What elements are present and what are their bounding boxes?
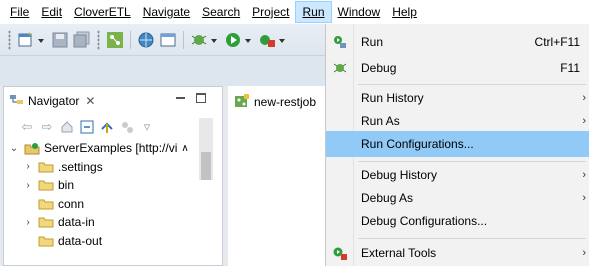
menu-run[interactable]: Run [295,1,332,23]
folder-icon [38,161,54,173]
save-all-icon[interactable] [73,31,91,49]
menu-file[interactable]: File [4,1,35,23]
project-icon [24,142,40,155]
external-tools-dropdown-icon[interactable] [278,31,286,49]
tree-item-serverexamples[interactable]: ⌄ ServerExamples [http://vi ∧ [4,139,222,158]
menu-help[interactable]: Help [386,1,423,23]
menu-item-label: Run As [361,114,400,128]
menu-item-label: Run Configurations... [361,137,474,151]
minimize-icon[interactable] [176,93,186,103]
menu-item-label: Debug Configurations... [361,214,488,228]
navigator-toolbar: ⇦ ⇨ ▿ [4,115,222,139]
menu-item-label: Debug As [361,191,414,205]
menu-item-label: Run [361,35,384,49]
folder-icon [38,216,54,228]
folder-icon [38,235,54,247]
close-icon[interactable]: ✕ [85,94,95,108]
tree-item-conn[interactable]: conn [4,195,222,214]
toolbar-separator [183,30,184,49]
filter-icon[interactable] [120,120,134,134]
menu-search[interactable]: Search [196,1,246,23]
tree-item-label: ServerExamples [http://vi [44,141,178,156]
collapsed-chevron-icon[interactable]: › [22,161,34,172]
folder-icon [38,179,54,191]
run-menu-dropdown: Run Ctrl+F11 Debug F11 Run History › Run… [325,24,589,266]
globe-icon[interactable] [137,31,155,49]
scrollbar-thumb[interactable] [201,152,211,180]
menu-item-label: Debug History [361,168,438,182]
tree-item-data-out[interactable]: data-out [4,232,222,251]
tree-item-bin[interactable]: › bin [4,176,222,195]
run-icon [332,34,348,50]
run-dropdown-icon[interactable] [244,31,252,49]
tree-item-settings[interactable]: › .settings [4,158,222,177]
navigator-view: Navigator ✕ ⇦ ⇨ ▿ ⌄ ServerExamples [http… [3,86,223,266]
menu-item-external-tools[interactable]: External Tools › [326,240,589,266]
tree-item-label: data-out [58,233,103,248]
scroll-up-icon[interactable]: ∧ [181,143,188,154]
link-with-editor-icon[interactable] [100,120,114,134]
submenu-arrow-icon: › [582,192,586,204]
menu-navigate[interactable]: Navigate [137,1,196,23]
toolbar-grip[interactable] [97,29,100,50]
back-icon[interactable]: ⇦ [20,120,34,134]
menu-separator [358,238,586,239]
tree-item-label: data-in [58,215,95,230]
navigator-header: Navigator ✕ [4,87,222,115]
collapse-all-icon[interactable] [80,120,94,134]
collapsed-chevron-icon[interactable]: › [22,180,34,191]
editor-tab-label: new-restjob [254,95,317,109]
navigator-title[interactable]: Navigator [28,94,79,108]
menu-item-label: Debug [361,61,397,75]
debug-icon [332,60,348,76]
folder-icon [38,198,54,210]
menu-bar: File Edit CloverETL Navigate Search Proj… [0,0,589,24]
window-icon[interactable] [159,31,177,49]
editor-area[interactable] [228,118,328,266]
collapsed-chevron-icon[interactable]: › [22,217,34,228]
navigator-icon [10,94,24,109]
menu-item-label: Run History [361,91,424,105]
external-tools-icon [332,245,348,261]
debug-dropdown-icon[interactable] [210,31,218,49]
menu-item-accelerator: Ctrl+F11 [534,35,580,49]
graph-icon[interactable] [106,31,124,49]
debug-toolbar-icon[interactable] [190,31,208,49]
new-dropdown-icon[interactable] [37,31,45,49]
navigator-scrollbar[interactable] [199,118,213,180]
home-icon[interactable] [60,120,74,134]
tree-item-data-in[interactable]: › data-in [4,213,222,232]
menu-item-run[interactable]: Run Ctrl+F11 [326,29,589,55]
toolbar-grip[interactable] [8,29,11,50]
submenu-arrow-icon: › [582,115,586,127]
menu-project[interactable]: Project [246,1,295,23]
expanded-chevron-icon[interactable]: ⌄ [8,143,20,154]
menu-window[interactable]: Window [332,1,387,23]
external-tools-toolbar-icon[interactable] [258,31,276,49]
menu-item-debug[interactable]: Debug F11 [326,55,589,81]
submenu-arrow-icon: › [582,169,586,181]
toolbar-separator [130,30,131,49]
tree-item-label: conn [58,196,85,211]
tree-item-label: .settings [58,159,103,174]
navigator-tree: ⌄ ServerExamples [http://vi ∧ › .setting… [4,139,222,250]
menu-item-label: External Tools [361,246,437,260]
menu-item-accelerator: F11 [560,61,580,75]
editor-tab[interactable]: new-restjob [228,86,328,118]
forward-icon[interactable]: ⇨ [40,120,54,134]
maximize-icon[interactable] [196,93,206,103]
new-icon[interactable] [17,31,35,49]
menu-item-run-configurations[interactable]: Run Configurations... [326,131,589,157]
menu-item-debug-configurations[interactable]: Debug Configurations... [326,208,589,234]
tree-item-label: bin [58,178,75,193]
run-toolbar-icon[interactable] [224,31,242,49]
submenu-arrow-icon: › [582,92,586,104]
view-menu-icon[interactable]: ▿ [140,120,154,134]
menu-clovertl[interactable]: CloverETL [68,1,137,23]
save-icon[interactable] [51,31,69,49]
submenu-arrow-icon: › [582,247,586,259]
menu-edit[interactable]: Edit [35,1,68,23]
graph-file-icon [234,93,250,111]
